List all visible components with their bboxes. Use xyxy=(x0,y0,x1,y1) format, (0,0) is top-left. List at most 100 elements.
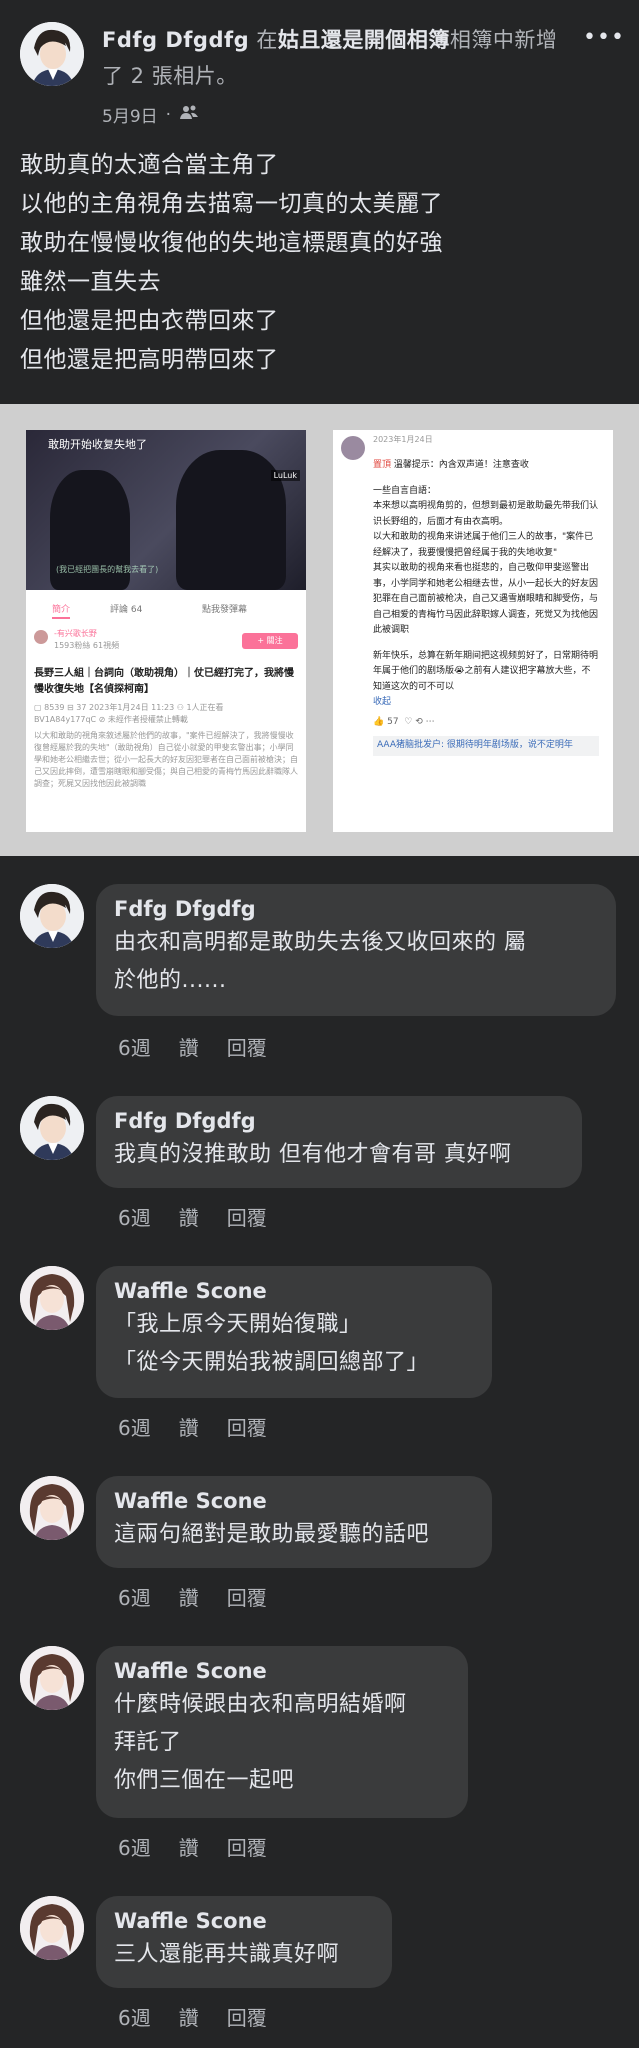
like-button[interactable]: 讚 xyxy=(179,1832,199,1861)
separator-dot: · xyxy=(165,104,172,125)
reply-button[interactable]: 回覆 xyxy=(227,1032,267,1061)
video-stats: ▢ 8539 ⊟ 37 2023年1月24日 11:23 ⚇ 1人正在看 xyxy=(34,703,224,712)
comment-date: 2023年1月24日 xyxy=(373,435,433,444)
action-icons: ♡ ⟲ ⋯ xyxy=(401,716,435,727)
reply-button[interactable]: 回覆 xyxy=(227,1412,267,1441)
video-subtitle: (我已經把團長的幫我去看了) xyxy=(56,565,159,574)
comment-bubble: Waffle Scone 三人還能再共識真好啊 xyxy=(96,1896,392,1988)
character-figure xyxy=(176,450,286,590)
uploader-name: -有兴歌长野 xyxy=(54,629,97,638)
album-link[interactable]: 姑且還是開個相簿 xyxy=(278,28,450,52)
post-line: 雖然一直失去 xyxy=(20,269,161,295)
comment-actions: 6週 讚 回覆 xyxy=(118,2002,295,2031)
photo-2[interactable]: 2023年1月24日 置頂 溫馨提示：內含双声道！注意查收 一些自言自語： 本来… xyxy=(333,430,613,832)
like-button[interactable]: 讚 xyxy=(179,2002,199,2031)
post-line: 敢助真的太適合當主角了 xyxy=(20,152,279,178)
reply-button[interactable]: 回覆 xyxy=(227,2002,267,2031)
pinned-tag: 置頂 xyxy=(373,460,392,470)
reply-button[interactable]: 回覆 xyxy=(227,1832,267,1861)
comment-text: 你們三個在一起吧 xyxy=(114,1768,295,1793)
commenter-avatar[interactable] xyxy=(20,884,84,948)
commenter-name[interactable]: Waffle Scone xyxy=(114,1656,450,1686)
commenter-avatar[interactable] xyxy=(20,1896,84,1960)
post-date[interactable]: 5月9日 xyxy=(102,102,158,127)
commenter-name[interactable]: Fdfg Dfgdfg xyxy=(114,1106,564,1136)
comment-time[interactable]: 6週 xyxy=(118,2002,151,2031)
comment-bubble: Waffle Scone 什麼時候跟由衣和高明結婚啊 拜託了 你們三個在一起吧 xyxy=(96,1646,468,1818)
video-frame: 敢助开始收复失地了 LuLuk (我已經把團長的幫我去看了) xyxy=(26,430,306,590)
tab-danmaku: 點我發彈幕 xyxy=(202,605,248,615)
video-heading: 長野三人組｜台詞向（敢助視角）｜仗已經打完了，我將慢慢收復失地【名偵探柯南】 xyxy=(34,668,294,695)
reply-button[interactable]: 回覆 xyxy=(227,1582,267,1611)
thumbs-up-icon: 👍 xyxy=(373,716,385,727)
comment-time[interactable]: 6週 xyxy=(118,1832,151,1861)
reply-preview: AAA猪脑批发户: 很期待明年剧场版，说不定明年 xyxy=(373,736,599,756)
post-line: 以他的主角視角去描寫一切真的太美麗了 xyxy=(20,191,443,217)
comment-time[interactable]: 6週 xyxy=(118,1032,151,1061)
post-body: 敢助真的太適合當主角了 以他的主角視角去描寫一切真的太美麗了 敢助在慢慢收復他的… xyxy=(20,146,619,380)
video-id: BV1A84y177qC ⊘ 未經作者授權禁止轉載 xyxy=(34,715,188,724)
comment-line: 其实以敢助的视角来看也挺悲的，自己敬仰甲斐巡警出事，小学同学和她老公相继去世，从… xyxy=(373,563,599,635)
reply-button[interactable]: 回覆 xyxy=(227,1202,267,1231)
commenter-name[interactable]: Waffle Scone xyxy=(114,1276,474,1306)
post-meta: 5月9日 · xyxy=(102,102,199,127)
notice-text: 溫馨提示：內含双声道！注意查收 xyxy=(393,460,529,470)
friends-audience-icon[interactable] xyxy=(179,104,199,125)
like-row: 👍 57 ♡ ⟲ ⋯ xyxy=(373,715,599,731)
comment-line: 新年快乐，总算在新年期间把这视频剪好了，日常期待明年属于他们的剧场版😭之前有人建… xyxy=(373,650,599,692)
post-line: 但他還是把高明帶回來了 xyxy=(20,347,279,373)
comment-time[interactable]: 6週 xyxy=(118,1582,151,1611)
uploader-avatar xyxy=(34,630,48,644)
post-author-name[interactable]: Fdfg Dfgdfg xyxy=(102,28,249,52)
post-line: 但他還是把由衣帶回來了 xyxy=(20,308,279,334)
tab-comments: 評論 64 xyxy=(110,605,143,615)
comment-text: 什麼時候跟由衣和高明結婚啊 xyxy=(114,1692,407,1717)
commenter-name[interactable]: Fdfg Dfgdfg xyxy=(114,894,598,924)
comment-actions: 6週 讚 回覆 xyxy=(118,1832,295,1861)
comment-bubble: Waffle Scone 「我上原今天開始復職」 「從今天開始我被調回總部了」 xyxy=(96,1266,492,1398)
comment-line: 以大和敢助的视角来讲述属于他们三人的故事，"案件已经解决了，我要慢慢把曾经属于我… xyxy=(373,532,594,558)
commenter-avatar xyxy=(341,436,365,460)
like-button[interactable]: 讚 xyxy=(179,1202,199,1231)
author-avatar[interactable] xyxy=(20,22,84,86)
comment-text: 置頂 溫馨提示：內含双声道！注意查收 一些自言自語： 本来想以高明视角剪的，但想… xyxy=(373,458,599,756)
comment-text: 這兩句絕對是敢助最愛聽的話吧 xyxy=(114,1522,430,1547)
comment-line: 本来想以高明视角剪的，但想到最初是敢助最先带我们认识长野组的，后面才有由衣高明。 xyxy=(373,501,599,527)
commenter-avatar[interactable] xyxy=(20,1476,84,1540)
like-button[interactable]: 讚 xyxy=(179,1032,199,1061)
comment-actions: 6週 讚 回覆 xyxy=(118,1582,295,1611)
commenter-avatar[interactable] xyxy=(20,1096,84,1160)
comment-line: 一些自言自語： xyxy=(373,485,437,496)
video-tag: LuLuk xyxy=(270,470,300,481)
comment-text: 於他的...... xyxy=(114,968,227,993)
video-title: 敢助开始收复失地了 xyxy=(48,438,147,451)
video-description: 以大和敢助的視角來敘述屬於他們的故事，"案件已經解決了，我將慢慢收復曾經屬於我的… xyxy=(34,731,298,788)
tab-intro: 簡介 xyxy=(52,602,71,619)
action-text: 在 xyxy=(249,28,278,52)
more-options-button[interactable]: ••• xyxy=(583,27,624,52)
comment-text: 拜託了 xyxy=(114,1730,182,1755)
comment-bubble: Waffle Scone 這兩句絕對是敢助最愛聽的話吧 xyxy=(96,1476,492,1568)
photo-gallery: 敢助开始收复失地了 LuLuk (我已經把團長的幫我去看了) 簡介 評論 64 … xyxy=(0,404,639,856)
comment-actions: 6週 讚 回覆 xyxy=(118,1412,295,1441)
comment-text: 「從今天開始我被調回總部了」 xyxy=(114,1350,430,1375)
comment-time[interactable]: 6週 xyxy=(118,1412,151,1441)
comment-time[interactable]: 6週 xyxy=(118,1202,151,1231)
post-line: 敢助在慢慢收復他的失地這標題真的好強 xyxy=(20,230,443,256)
uploader-meta: 1593粉絲 61視頻 xyxy=(54,641,120,650)
commenter-name[interactable]: Waffle Scone xyxy=(114,1906,374,1936)
video-tabs: 簡介 評論 64 點我發彈幕 xyxy=(26,598,306,620)
comment-actions: 6週 讚 回覆 xyxy=(118,1202,295,1231)
commenter-avatar[interactable] xyxy=(20,1646,84,1710)
collapse-link: 收起 xyxy=(373,697,392,707)
comment-text: 「我上原今天開始復職」 xyxy=(114,1312,362,1337)
commenter-name[interactable]: Waffle Scone xyxy=(114,1486,474,1516)
photo-1[interactable]: 敢助开始收复失地了 LuLuk (我已經把團長的幫我去看了) 簡介 評論 64 … xyxy=(26,430,306,832)
like-button[interactable]: 讚 xyxy=(179,1412,199,1441)
post-header-text: Fdfg Dfgdfg 在姑且還是開個相簿相簿中新增了 2 張相片。 xyxy=(102,22,563,94)
commenter-avatar[interactable] xyxy=(20,1266,84,1330)
comment-bubble: Fdfg Dfgdfg 我真的沒推敢助 但有他才會有哥 真好啊 xyxy=(96,1096,582,1188)
comment-bubble: Fdfg Dfgdfg 由衣和高明都是敢助失去後又收回來的 屬 於他的.....… xyxy=(96,884,616,1016)
like-button[interactable]: 讚 xyxy=(179,1582,199,1611)
follow-button: + 關注 xyxy=(242,633,298,649)
